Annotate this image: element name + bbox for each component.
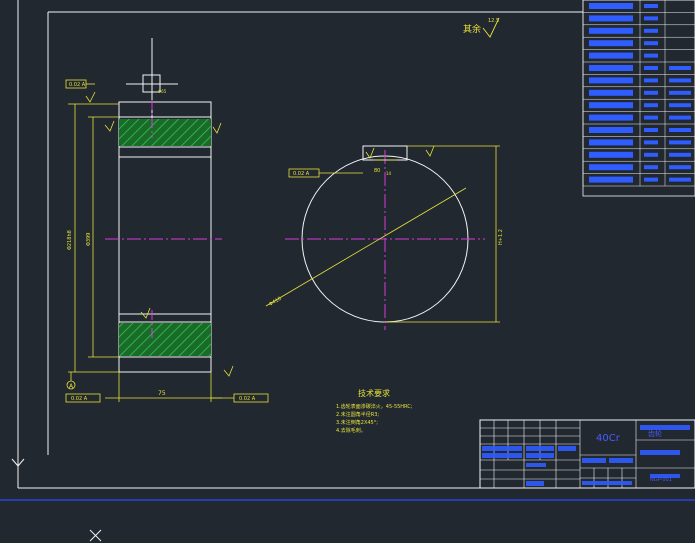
param-name-cell (589, 114, 633, 121)
param-name-cell (589, 89, 633, 96)
param-extra-cell (669, 115, 691, 120)
title-material: 40Cr (596, 433, 621, 444)
tech-item-4: 4.去除毛刺。 (336, 427, 366, 434)
svg-text:0.02 A: 0.02 A (239, 396, 256, 402)
param-extra-cell (669, 103, 691, 108)
param-name-cell (589, 15, 633, 22)
keyway-callout-label: Φ65 (158, 89, 167, 94)
param-name-cell (589, 77, 633, 84)
param-value-cell (644, 41, 658, 46)
svg-text:0.02 A: 0.02 A (293, 171, 310, 177)
dim-key-width: 14 (386, 171, 392, 176)
tech-item-2: 2.未注圆角半径R3; (336, 411, 379, 418)
param-value-cell (644, 53, 658, 58)
hatch-top (119, 119, 211, 146)
surface-note-label: 其余 (463, 23, 481, 35)
dim-face-width: 75 (158, 390, 166, 397)
param-name-cell (589, 164, 633, 171)
param-name-cell (589, 102, 633, 109)
param-value-cell (644, 103, 658, 108)
param-value-cell (644, 165, 658, 170)
cad-drawing-canvas[interactable]: Φ218h8 Φ399 75 0.02 A 0.02 A 0.02 A A Φ6… (0, 0, 695, 543)
param-name-cell (589, 40, 633, 47)
param-value-cell (644, 140, 658, 145)
param-extra-cell (669, 177, 691, 182)
dim-diameter-tolerance: Φ218h8 (67, 230, 73, 250)
param-value-cell (644, 16, 658, 21)
param-extra-cell (669, 152, 691, 157)
param-extra-cell (669, 140, 691, 145)
param-name-cell (589, 52, 633, 59)
param-extra-cell (669, 90, 691, 95)
param-value-cell (644, 177, 658, 182)
param-value-cell (644, 4, 658, 8)
tech-item-1: 1.齿轮表面渗碳淬火，45-55HRC; (336, 403, 413, 410)
param-value-cell (644, 78, 658, 83)
param-extra-cell (669, 78, 691, 83)
param-value-cell (644, 28, 658, 33)
param-name-cell (589, 3, 633, 9)
tech-title: 技术要求 (358, 388, 390, 398)
param-value-cell (644, 90, 658, 95)
param-name-cell (589, 127, 633, 133)
title-drawing-no: NGP-001 (650, 477, 672, 483)
param-extra-cell (669, 66, 691, 70)
svg-text:0.02 A: 0.02 A (69, 82, 86, 88)
param-name-cell (589, 139, 633, 146)
param-extra-cell (669, 128, 691, 132)
param-value-cell (644, 115, 658, 120)
param-name-cell (589, 27, 633, 34)
param-value-cell (644, 66, 658, 70)
tech-item-3: 3.未注倒角2X45°; (336, 419, 378, 426)
hatch-bottom (119, 323, 211, 356)
param-name-cell (589, 65, 633, 71)
dim-height-right: H+1.2 (498, 229, 504, 245)
param-value-cell (644, 152, 658, 157)
dim-diameter-left: Φ399 (86, 233, 92, 246)
surface-note-value: 12.5 (488, 18, 499, 24)
param-extra-cell (669, 165, 691, 170)
svg-text:0.02 A: 0.02 A (71, 396, 88, 402)
param-value-cell (644, 128, 658, 132)
title-part-name: 齿轮 (648, 429, 662, 438)
param-name-cell (589, 176, 633, 183)
dim-keyway: 80 (374, 168, 380, 174)
param-name-cell (589, 151, 633, 158)
